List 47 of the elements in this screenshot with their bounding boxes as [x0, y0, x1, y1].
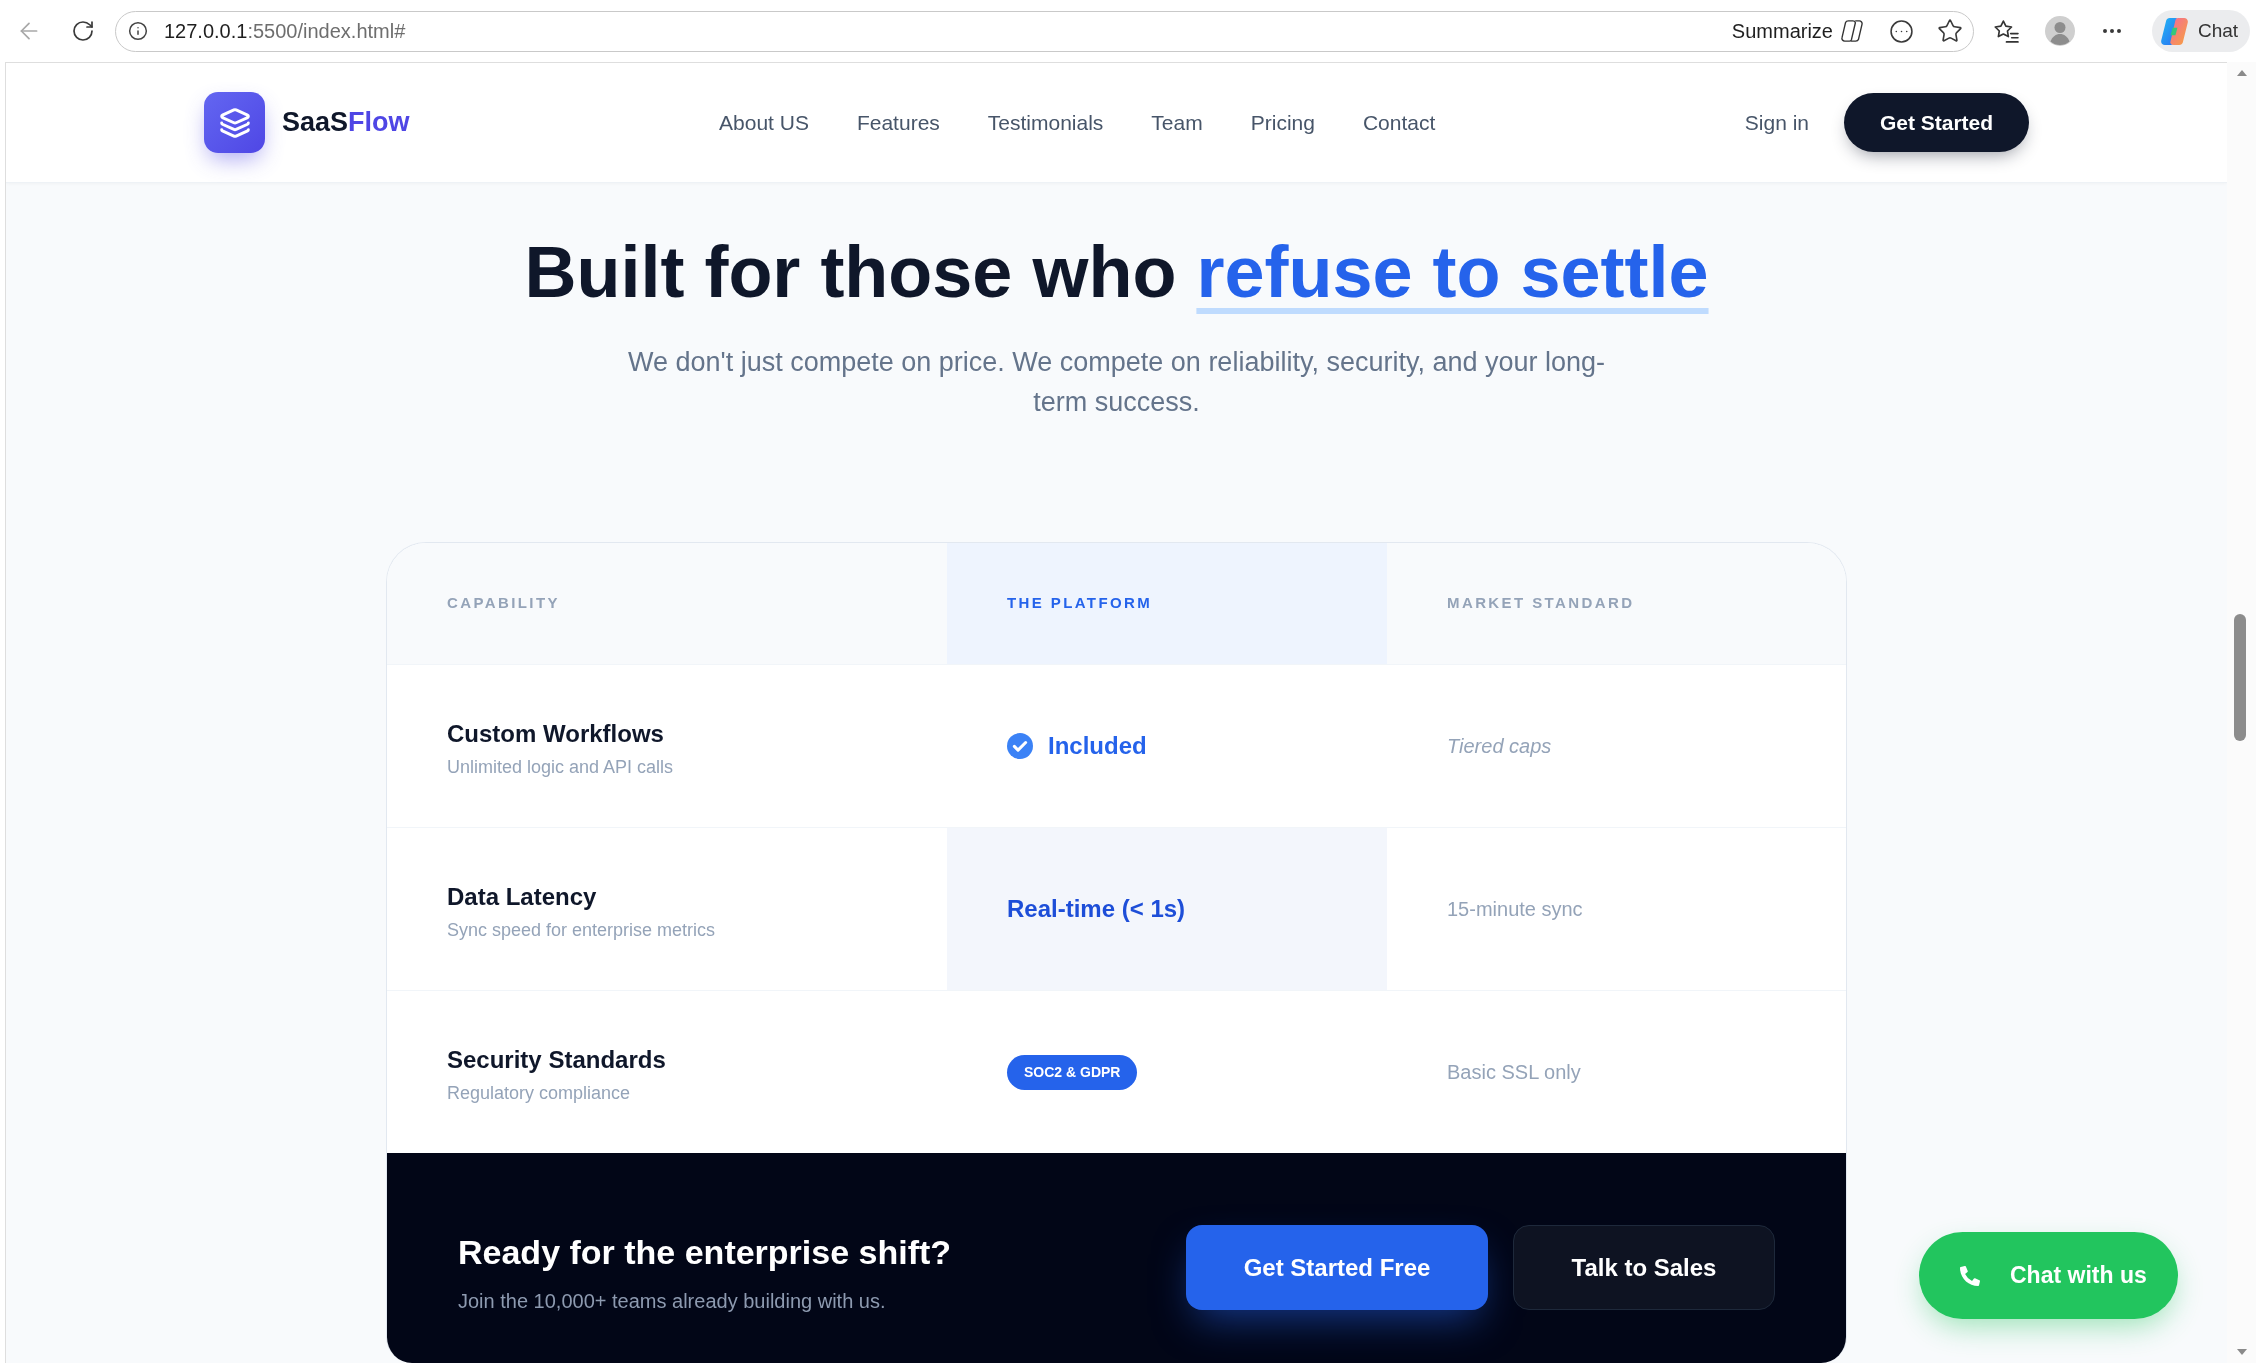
- feature-title: Data Latency: [447, 881, 598, 912]
- feature-description: Regulatory compliance: [447, 1081, 632, 1105]
- sign-in-link[interactable]: Sign in: [1744, 106, 1809, 139]
- address-bar[interactable]: 127.0.0.1:5500/index.html# Summarize: [115, 10, 1974, 52]
- get-started-button[interactable]: Get Started: [1844, 93, 2029, 152]
- reload-icon[interactable]: [71, 19, 95, 43]
- hero-heading: Built for those who refuse to settle: [524, 233, 1709, 314]
- ellipsis-circle-icon[interactable]: [1888, 18, 1914, 44]
- nav-link[interactable]: Pricing: [1250, 106, 1315, 139]
- platform-value: Real-time (< 1s): [1007, 894, 1186, 924]
- scrollbar-thumb[interactable]: [2233, 614, 2246, 741]
- logo-icon[interactable]: [204, 92, 265, 153]
- summarize-button[interactable]: Summarize: [1731, 16, 1863, 46]
- profile-avatar-icon[interactable]: [2045, 16, 2075, 46]
- feature-title: Security Standards: [447, 1044, 667, 1075]
- nav-link[interactable]: Features: [856, 106, 940, 139]
- url-text[interactable]: 127.0.0.1:5500/index.html#: [164, 19, 406, 43]
- market-value: Tiered caps: [1447, 734, 1552, 759]
- scroll-down-icon[interactable]: [2236, 1349, 2247, 1355]
- market-value: 15-minute sync: [1447, 897, 1583, 922]
- app-logo-icon: [2161, 17, 2188, 45]
- phone-icon: [1960, 1265, 1980, 1286]
- feature-title: Custom Workflows: [447, 718, 665, 749]
- info-icon[interactable]: [128, 21, 148, 41]
- nav-link[interactable]: Team: [1151, 106, 1203, 139]
- nav-link[interactable]: Contact: [1362, 106, 1436, 139]
- column-header: MARKET STANDARD: [1446, 593, 1636, 614]
- star-icon[interactable]: [1937, 18, 1963, 44]
- feature-description: Sync speed for enterprise metrics: [447, 918, 717, 942]
- logo-outline-icon: [1841, 20, 1863, 42]
- platform-value: Included: [1048, 731, 1147, 761]
- compliance-badge: SOC2 & GDPR: [1007, 1054, 1138, 1090]
- cta-description: Join the 10,000+ teams already building with us.: [458, 1289, 887, 1314]
- logo-text[interactable]: SaaSFlow: [282, 102, 410, 143]
- cta-button[interactable]: Talk to Sales: [1513, 1225, 1775, 1310]
- nav-link[interactable]: Testimonials: [987, 106, 1104, 139]
- column-header: THE PLATFORM: [947, 543, 1387, 664]
- hero-subtitle: We don't just compete on price. We compete on reliability, security, and your long-term success.: [626, 346, 1607, 419]
- column-header: CAPABILITY: [446, 593, 561, 614]
- market-value: Basic SSL only: [1447, 1060, 1581, 1085]
- cta-heading: Ready for the enterprise shift?: [458, 1232, 952, 1273]
- cta-button[interactable]: Get Started Free: [1186, 1225, 1488, 1310]
- nav-link[interactable]: About US: [719, 106, 809, 139]
- feature-description: Unlimited logic and API calls: [447, 755, 675, 779]
- favorites-icon[interactable]: [1993, 19, 2019, 43]
- scroll-up-icon[interactable]: [2236, 70, 2247, 76]
- chat-button[interactable]: Chat: [2152, 10, 2251, 52]
